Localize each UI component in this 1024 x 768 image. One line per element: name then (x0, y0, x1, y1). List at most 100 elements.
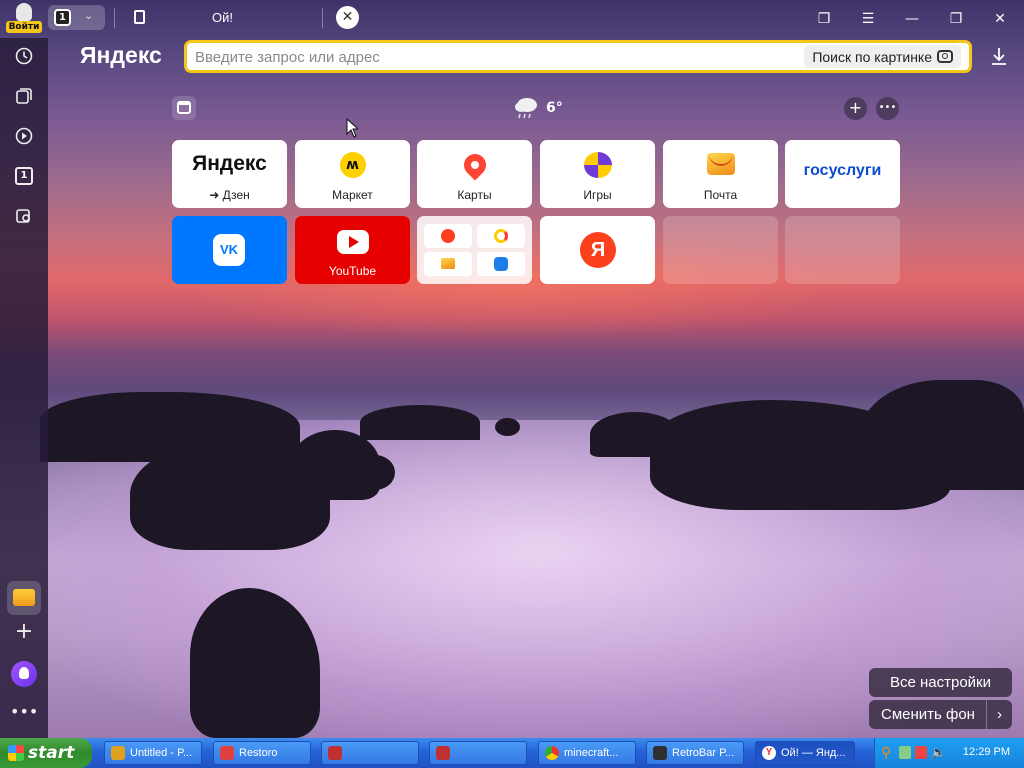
mail-icon (441, 258, 455, 269)
search-icon[interactable]: ⚲ (881, 745, 891, 761)
weather-temp: 6° (546, 100, 563, 116)
restoro-icon (220, 746, 234, 760)
tiles-menu-button[interactable]: ••• (876, 97, 899, 120)
login-button[interactable]: Войти (6, 3, 42, 33)
system-tray: ⚲ 🔈 12:29 PM (874, 738, 1024, 768)
sidebar-toggle-button[interactable] (172, 96, 196, 120)
add-panel-button[interactable]: + (10, 618, 38, 646)
tray-app-icon[interactable] (899, 746, 911, 759)
more-icon: ••• (878, 102, 897, 113)
plus-icon: + (848, 98, 863, 117)
app-icon (436, 746, 450, 760)
history-icon[interactable] (12, 44, 36, 68)
menu-button[interactable]: ☰ (856, 7, 880, 31)
divider (322, 8, 323, 28)
all-settings-button[interactable]: Все настройки (869, 668, 1012, 697)
start-button[interactable]: start (0, 738, 92, 768)
address-bar[interactable]: Поиск по картинке (184, 40, 972, 73)
close-icon: ✕ (341, 9, 354, 25)
taskbar-item-label: Restoro (239, 747, 278, 759)
mountain (360, 405, 480, 440)
taskbar-item-label: Untitled - P... (130, 747, 193, 759)
taskbar-item[interactable]: minecraft... (538, 741, 636, 765)
chrome-icon (545, 746, 559, 760)
bookmarks-button[interactable]: ❐ (812, 7, 836, 31)
start-label: start (28, 743, 75, 763)
gamepad-icon (583, 152, 612, 178)
yandex-browser-icon: Y (762, 746, 776, 760)
mail-app-button[interactable] (7, 581, 41, 615)
tile-maps[interactable]: Карты (417, 140, 532, 208)
taskbar-item[interactable] (321, 741, 419, 765)
tile-gosuslugi[interactable]: госуслуги (785, 140, 900, 208)
map-pin-icon (458, 149, 491, 181)
all-settings-label: Все настройки (889, 674, 991, 691)
screenshot-icon[interactable] (12, 204, 36, 228)
more-button[interactable]: ••• (10, 702, 38, 722)
taskbar-item-label: RetroBar P... (672, 747, 735, 759)
browser-icon (494, 229, 508, 243)
tile-mail[interactable]: Почта (663, 140, 778, 208)
tile-vk[interactable]: VK (172, 216, 287, 284)
image-search-label: Поиск по картинке (812, 48, 932, 65)
search-input[interactable] (195, 47, 775, 67)
tab-counter-button[interactable]: 1 ⌄ (48, 5, 105, 30)
tile-label: Игры (583, 188, 612, 202)
alice-button[interactable] (11, 661, 37, 687)
restore-button[interactable]: ❐ (944, 7, 968, 31)
paint-icon (111, 746, 125, 760)
gosuslugi-wordmark: госуслуги (803, 162, 882, 179)
chevron-right-icon: › (986, 700, 1012, 729)
alice-icon (19, 667, 29, 679)
mail-icon (706, 153, 735, 175)
tile-label: ➜ Дзен (209, 188, 250, 202)
tray-app-icon[interactable] (915, 746, 927, 759)
yandex-logo[interactable]: Яндекс (80, 42, 162, 69)
add-tile-button[interactable]: + (844, 97, 867, 120)
taskbar-item[interactable]: RetroBar P... (646, 741, 744, 765)
minimize-button[interactable]: — (900, 7, 924, 31)
tile-yandex-dzen[interactable]: Яндекс ➜ Дзен (172, 140, 287, 208)
tile-yandex-group[interactable] (417, 216, 532, 284)
collections-icon[interactable] (12, 84, 36, 108)
yandex-icon (441, 229, 455, 243)
download-icon (992, 48, 1006, 65)
tile-games[interactable]: Игры (540, 140, 655, 208)
mini-tile-yandex (424, 224, 472, 248)
camera-icon (937, 50, 953, 63)
disk-icon (494, 257, 508, 271)
weather-widget[interactable]: 6° (512, 94, 572, 122)
tile-yandex-ya[interactable]: Я (540, 216, 655, 284)
change-background-button[interactable]: Сменить фон › (869, 700, 1012, 729)
tile-label: Почта (703, 188, 738, 202)
windows-logo-icon (8, 745, 24, 761)
mountain (860, 380, 1024, 490)
volume-icon[interactable]: 🔈 (931, 745, 946, 759)
close-icon: ✕ (994, 11, 1006, 27)
taskbar-item[interactable]: Restoro (213, 741, 311, 765)
taskbar-item[interactable] (429, 741, 527, 765)
taskbar: start Untitled - P... Restoro minecraft.… (0, 738, 1024, 768)
tile-empty[interactable] (785, 216, 900, 284)
mini-tile-browser (477, 224, 525, 248)
restore-icon: ❐ (949, 11, 963, 27)
tile-youtube[interactable]: YouTube (295, 216, 410, 284)
close-tab-button[interactable]: ✕ (336, 6, 359, 29)
menu-icon: ☰ (861, 11, 875, 27)
tile-market[interactable]: ʍ Маркет (295, 140, 410, 208)
tile-empty[interactable] (663, 216, 778, 284)
video-icon[interactable] (12, 124, 36, 148)
taskbar-item[interactable]: Untitled - P... (104, 741, 202, 765)
taskbar-item-active[interactable]: Y Ой! — Янд... (755, 741, 855, 765)
tile-label: YouTube (328, 264, 377, 278)
close-window-button[interactable]: ✕ (988, 7, 1012, 31)
minimize-icon: — (905, 11, 919, 27)
retrobar-icon (653, 746, 667, 760)
downloads-button[interactable] (990, 46, 1010, 68)
sidebar: 1 + ••• (0, 38, 48, 738)
taskbar-item-label: minecraft... (564, 747, 619, 759)
bookmarks-icon: ❐ (817, 11, 831, 27)
image-search-button[interactable]: Поиск по картинке (804, 45, 961, 68)
tab-number-icon[interactable]: 1 (12, 164, 36, 188)
tab-active[interactable]: Ой! (124, 4, 320, 32)
